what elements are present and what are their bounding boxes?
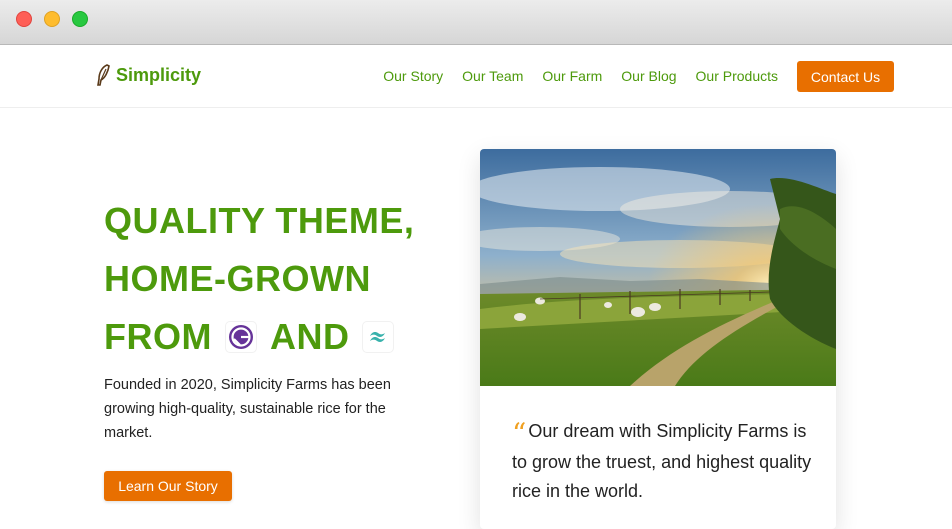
nav-item-our-farm[interactable]: Our Farm [542, 68, 602, 84]
brand-logo[interactable]: Simplicity [94, 63, 201, 87]
hero-description: Founded in 2020, Simplicity Farms has be… [104, 377, 391, 441]
quote-mark-icon: “ [512, 417, 527, 450]
minimize-window-icon[interactable] [44, 11, 60, 27]
nav-item-our-team[interactable]: Our Team [462, 68, 523, 84]
window-titlebar [0, 0, 952, 45]
hero-title-line-1: QUALITY THEME, [104, 200, 415, 241]
farm-sunset-photo [480, 149, 836, 386]
tailwind-logo-icon [363, 322, 394, 352]
hero-title-and: AND [269, 316, 350, 357]
quote-card: “Our dream with Simplicity Farms is to g… [480, 149, 836, 529]
nav-item-our-story[interactable]: Our Story [383, 68, 443, 84]
close-window-icon[interactable] [16, 11, 32, 27]
contact-us-button[interactable]: Contact Us [797, 61, 894, 92]
navbar: Simplicity Our Story Our Team Our Farm O… [0, 46, 952, 108]
quote-text: “Our dream with Simplicity Farms is to g… [512, 417, 812, 506]
learn-our-story-button[interactable]: Learn Our Story [104, 471, 232, 501]
hero-title-line-3: FROM AND [104, 308, 444, 366]
maximize-window-icon[interactable] [72, 11, 88, 27]
brand-name: Simplicity [116, 64, 202, 85]
nav-item-our-products[interactable]: Our Products [696, 68, 778, 84]
hero-title-from: FROM [104, 316, 212, 357]
nav-links: Our Story Our Team Our Farm Our Blog Our… [383, 68, 778, 84]
nav-item-our-blog[interactable]: Our Blog [621, 68, 676, 84]
hero-title-line-2: HOME-GROWN [104, 258, 371, 299]
hero-title: QUALITY THEME, HOME-GROWN FROM AND [104, 192, 444, 366]
gatsby-logo-icon [225, 322, 256, 352]
quote-body: Our dream with Simplicity Farms is to gr… [512, 421, 812, 501]
quill-icon [97, 64, 110, 86]
